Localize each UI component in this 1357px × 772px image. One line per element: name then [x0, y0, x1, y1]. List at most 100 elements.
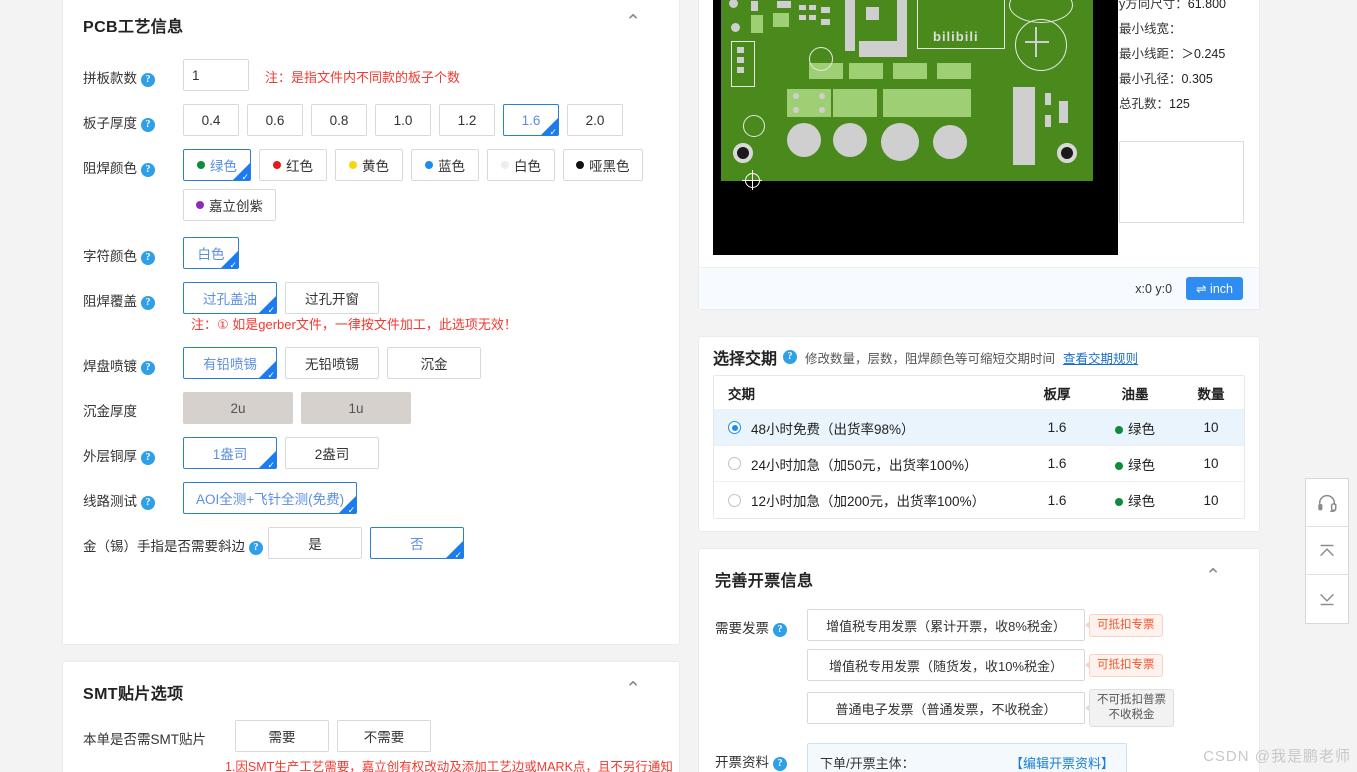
solder-color-option-嘉立创紫[interactable]: 嘉立创紫: [183, 189, 276, 221]
row-solder-color: 阻焊颜色? 绿色红色黄色蓝色白色哑黑色嘉立创紫: [83, 149, 659, 221]
solder-color-option-黄色[interactable]: 黄色: [335, 149, 403, 181]
option-label: 哑黑色: [589, 155, 630, 175]
row-thickness: 板子厚度? 0.40.60.81.01.21.62.0: [83, 104, 659, 136]
help-icon-panel-count[interactable]: ?: [141, 73, 155, 87]
smt-option-需要[interactable]: 需要: [235, 720, 329, 752]
solder-cover-options: 过孔盖油 过孔开窗: [183, 282, 379, 314]
info-label: 最小孔径：: [1119, 72, 1182, 86]
chevron-up-icon[interactable]: ⌃: [1205, 567, 1221, 586]
pcb-dimension-info: x方向尺寸：100.000y方向尺寸：61.800最小线宽：最小线距：＞0.24…: [1119, 0, 1244, 117]
unit-toggle-button[interactable]: ⇌ inch: [1186, 277, 1243, 300]
char-color-option-白色[interactable]: 白色: [183, 237, 239, 269]
lead-time-radio[interactable]: [728, 457, 741, 470]
bevel-options: 是否: [268, 527, 464, 559]
color-swatch-dot: [349, 161, 357, 169]
table-row[interactable]: 48小时免费（出货率98%）1.6绿色10: [714, 410, 1244, 446]
option-label: 过孔盖油: [203, 288, 257, 308]
solder-color-option-白色[interactable]: 白色: [487, 149, 555, 181]
lead-time-name-cell: 12小时加急（加200元，出货率100%）: [714, 490, 1022, 510]
page-title: PCB工艺信息: [83, 19, 184, 36]
thickness-option-2.0[interactable]: 2.0: [567, 104, 623, 136]
help-icon-invoice[interactable]: ?: [773, 623, 787, 637]
panel-count-input[interactable]: [183, 59, 249, 91]
lead-time-radio[interactable]: [728, 494, 741, 507]
bevel-option-是[interactable]: 是: [268, 527, 362, 559]
option-label: 2u: [230, 401, 245, 416]
solder-color-option-蓝色[interactable]: 蓝色: [411, 149, 479, 181]
invoice-option-button[interactable]: 增值税专用发票（随货发，收10%税金）: [807, 649, 1085, 681]
chevron-up-icon[interactable]: ⌃: [625, 680, 641, 699]
row-invoice-need: 需要发票? 增值税专用发票（累计开票，收8%税金）可抵扣专票增值税专用发票（随货…: [715, 609, 1239, 735]
smt-option-不需要[interactable]: 不需要: [337, 720, 431, 752]
option-label: 0.6: [266, 113, 285, 128]
pad-plating-option-沉金[interactable]: 沉金: [387, 347, 481, 379]
help-icon-circuit-test[interactable]: ?: [141, 496, 155, 510]
solder-color-option-红色[interactable]: 红色: [259, 149, 327, 181]
solder-cover-option-过孔开窗[interactable]: 过孔开窗: [285, 282, 379, 314]
option-label: 过孔开窗: [305, 288, 359, 308]
thickness-option-1.2[interactable]: 1.2: [439, 104, 495, 136]
help-icon-lead-time[interactable]: ?: [783, 350, 797, 364]
option-label: 1.6: [522, 113, 541, 128]
invoice-option-button[interactable]: 普通电子发票（普通发票，不收税金）: [807, 692, 1085, 724]
pad-plating-option-无铅喷锡[interactable]: 无铅喷锡: [285, 347, 379, 379]
invoice-title: 完善开票信息: [715, 573, 813, 590]
lead-time-rules-link[interactable]: 查看交期规则: [1063, 348, 1138, 367]
invoice-option-button[interactable]: 增值税专用发票（累计开票，收8%税金）: [807, 609, 1085, 641]
table-header-row: 交期板厚油墨数量: [714, 376, 1244, 410]
help-icon-pad-plating[interactable]: ?: [141, 361, 155, 375]
pcb-extra-info-box: [1119, 141, 1244, 223]
help-icon-solder-color[interactable]: ?: [141, 163, 155, 177]
edit-invoice-data-link[interactable]: 【编辑开票资料】: [1010, 753, 1114, 772]
label-solder-cover: 阻焊覆盖?: [83, 282, 183, 310]
table-row[interactable]: 12小时加急（加200元，出货率100%）1.6绿色10: [714, 482, 1244, 518]
quantity-cell: 10: [1178, 420, 1244, 435]
info-label: 最小线距：: [1119, 47, 1182, 61]
gold-thickness-option-2u: 2u: [183, 392, 293, 424]
solder-cover-option-过孔盖油[interactable]: 过孔盖油: [183, 282, 277, 314]
thickness-option-0.4[interactable]: 0.4: [183, 104, 239, 136]
info-row: 总孔数：125: [1119, 92, 1244, 117]
circuit-test-option-AOI全测+飞针全测(免费)[interactable]: AOI全测+飞针全测(免费): [183, 482, 357, 514]
scroll-top-icon[interactable]: [1306, 527, 1348, 575]
label-copper-weight: 外层铜厚?: [83, 437, 183, 465]
help-icon-char-color[interactable]: ?: [141, 251, 155, 265]
headset-icon[interactable]: [1306, 479, 1348, 527]
invoice-option-row: 增值税专用发票（累计开票，收8%税金）可抵扣专票: [807, 609, 1174, 641]
invoice-subject-label: 下单/开票主体：: [820, 753, 915, 772]
pad-plating-option-有铅喷锡[interactable]: 有铅喷锡: [183, 347, 277, 379]
lead-time-card: 选择交期 ? 修改数量，层数，阻焊颜色等可缩短交期时间 查看交期规则 交期板厚油…: [698, 336, 1260, 532]
copper-weight-option-2盎司[interactable]: 2盎司: [285, 437, 379, 469]
option-label: 不需要: [364, 726, 405, 746]
info-value: 125: [1169, 97, 1190, 111]
help-icon-thickness[interactable]: ?: [141, 118, 155, 132]
pcb-preview-canvas[interactable]: bilibili: [713, 0, 1118, 255]
solder-color-options: 绿色红色 黄色 蓝色白色 哑黑色嘉立创紫: [183, 149, 653, 221]
preview-footer: x:0 y:0 ⇌ inch: [699, 267, 1259, 309]
chevron-up-icon[interactable]: ⌃: [625, 13, 641, 32]
bevel-option-否[interactable]: 否: [370, 527, 464, 559]
thickness-option-0.6[interactable]: 0.6: [247, 104, 303, 136]
option-label: 黄色: [362, 155, 389, 175]
help-icon-invoice-data[interactable]: ?: [773, 757, 787, 771]
column-header: 油墨: [1092, 383, 1178, 403]
invoice-badge: 可抵扣专票: [1089, 654, 1163, 677]
solder-color-option-绿色[interactable]: 绿色: [183, 149, 251, 181]
lead-time-radio[interactable]: [728, 421, 741, 434]
help-icon-copper-weight[interactable]: ?: [141, 451, 155, 465]
help-icon-bevel[interactable]: ?: [249, 541, 263, 555]
thickness-option-1.6[interactable]: 1.6: [503, 104, 559, 136]
thickness-option-1.0[interactable]: 1.0: [375, 104, 431, 136]
invoice-options: 增值税专用发票（累计开票，收8%税金）可抵扣专票增值税专用发票（随货发，收10%…: [807, 609, 1174, 735]
scroll-bottom-icon[interactable]: [1306, 575, 1348, 623]
thickness-cell: 1.6: [1022, 493, 1092, 508]
thickness-option-0.8[interactable]: 0.8: [311, 104, 367, 136]
help-icon-solder-cover[interactable]: ?: [141, 296, 155, 310]
row-circuit-test: 线路测试? AOI全测+飞针全测(免费): [83, 482, 659, 514]
table-row[interactable]: 24小时加急（加50元，出货率100%）1.6绿色10: [714, 446, 1244, 482]
copper-weight-option-1盎司[interactable]: 1盎司: [183, 437, 277, 469]
smt-options-card: SMT贴片选项 ⌃ 本单是否需SMT贴片 需要不需要 1.因SMT生产工艺需要，…: [62, 661, 680, 772]
solder-color-option-哑黑色[interactable]: 哑黑色: [563, 149, 643, 181]
invoice-subject-box[interactable]: 下单/开票主体： 【编辑开票资料】: [807, 743, 1127, 772]
lead-time-name: 48小时免费（出货率98%）: [751, 418, 915, 438]
